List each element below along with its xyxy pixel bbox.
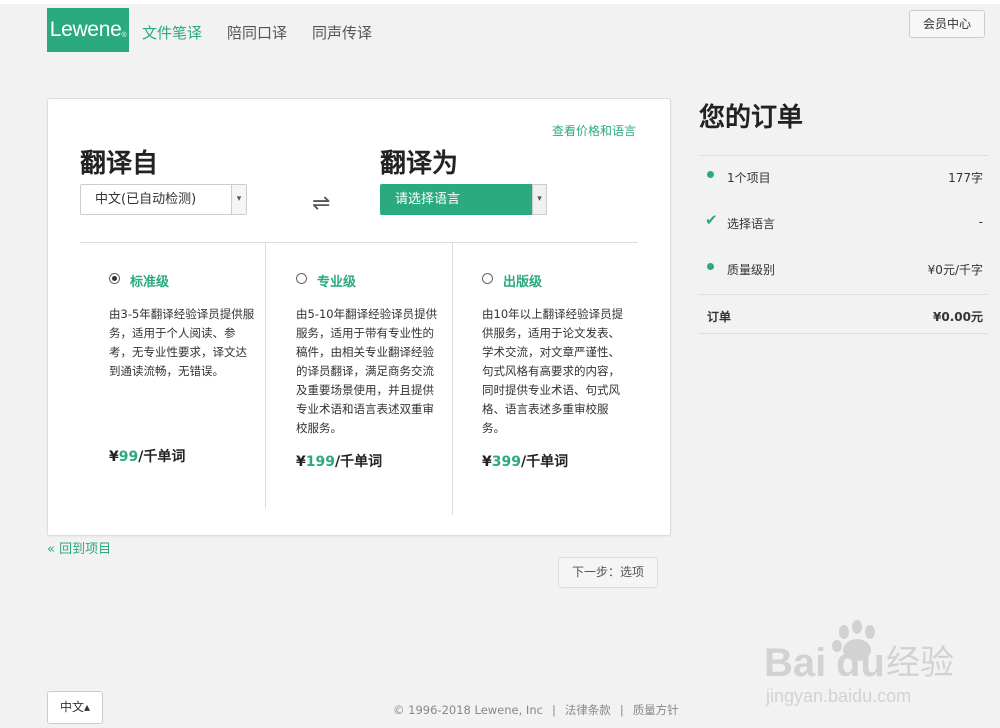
top-bar: Lewene® 文件笔译 陪同口译 同声传译 会员中心	[0, 0, 1000, 52]
swap-languages-icon[interactable]: ⇌	[312, 191, 330, 216]
translate-to-heading: 翻译为	[380, 149, 459, 179]
bullet-dot-icon	[707, 263, 714, 270]
member-center-button[interactable]: 会员中心	[909, 10, 985, 38]
nav-document-translation[interactable]: 文件笔译	[142, 22, 202, 43]
chevron-down-icon: ▾	[532, 184, 547, 215]
divider	[699, 294, 988, 295]
order-total: 订单 ¥0.00元	[707, 310, 983, 324]
tier-price: ¥199/千单词	[296, 454, 383, 470]
svg-text:du: du	[836, 641, 885, 685]
target-language-value: 请选择语言	[395, 192, 461, 207]
svg-text:Bai: Bai	[764, 641, 826, 685]
copyright-text: © 1996-2018 Lewene, Inc	[393, 703, 543, 717]
tier-description: 由3-5年翻译经验译员提供服务，适用于个人阅读、参考，无专业性要求，译文达到通读…	[109, 307, 255, 378]
tier-name: 出版级	[503, 275, 543, 290]
next-step-button[interactable]: 下一步：选项	[558, 557, 658, 588]
divider	[699, 155, 988, 156]
divider	[80, 242, 638, 243]
bullet-dot-icon	[707, 171, 714, 178]
tier-price: ¥99/千单词	[109, 449, 186, 465]
back-to-project-link[interactable]: « 回到项目	[47, 538, 111, 557]
translation-card: 查看价格和语言 翻译自 中文(已自动检测) ▾ ⇌ 翻译为 请选择语言 ▾ 标准…	[47, 98, 671, 536]
divider	[265, 243, 266, 508]
logo[interactable]: Lewene®	[47, 8, 129, 52]
footer: © 1996-2018 Lewene, Inc | 法律条款 | 质量方针	[393, 703, 679, 717]
tier-description: 由10年以上翻译经验译员提供服务，适用于论文发表、学术交流，对文章严谨性、句式风…	[482, 307, 624, 435]
order-row-items: 1个项目 177字	[699, 169, 983, 189]
order-row-language: ✔ 选择语言 -	[705, 211, 983, 231]
svg-text:jingyan.baidu.com: jingyan.baidu.com	[765, 686, 911, 706]
tier-price: ¥399/千单词	[482, 454, 569, 470]
footer-link-legal[interactable]: 法律条款	[565, 703, 611, 717]
divider	[452, 243, 453, 515]
order-title: 您的订单	[699, 103, 804, 133]
chevron-down-icon: ▾	[231, 185, 246, 214]
order-row-quality: 质量级别 ¥0元/千字	[699, 261, 983, 281]
tier-publication-radio[interactable]	[482, 273, 493, 284]
svg-text:经验: 经验	[886, 643, 954, 683]
footer-link-quality[interactable]: 质量方针	[633, 703, 679, 717]
nav-escort-interpreting[interactable]: 陪同口译	[227, 22, 287, 43]
tier-professional-radio[interactable]	[296, 273, 307, 284]
nav-simultaneous-interpreting[interactable]: 同声传译	[312, 22, 372, 43]
source-language-value: 中文(已自动检测)	[95, 192, 197, 207]
tier-name: 专业级	[317, 275, 357, 290]
tier-description: 由5-10年翻译经验译员提供服务，适用于带有专业性的稿件，由相关专业翻译经验的译…	[296, 307, 438, 435]
divider	[699, 333, 988, 334]
tier-name: 标准级	[130, 275, 170, 290]
target-language-select[interactable]: 请选择语言 ▾	[380, 184, 547, 215]
language-switch-button[interactable]: 中文▴	[47, 691, 103, 724]
tier-standard-radio[interactable]	[109, 273, 120, 284]
source-language-select[interactable]: 中文(已自动检测) ▾	[80, 184, 247, 215]
check-icon: ✔	[705, 211, 718, 229]
price-language-link[interactable]: 查看价格和语言	[552, 122, 636, 139]
translate-from-heading: 翻译自	[80, 149, 159, 179]
baidu-watermark-logo: Bai du 经验 jingyan.baidu.com	[764, 620, 954, 706]
